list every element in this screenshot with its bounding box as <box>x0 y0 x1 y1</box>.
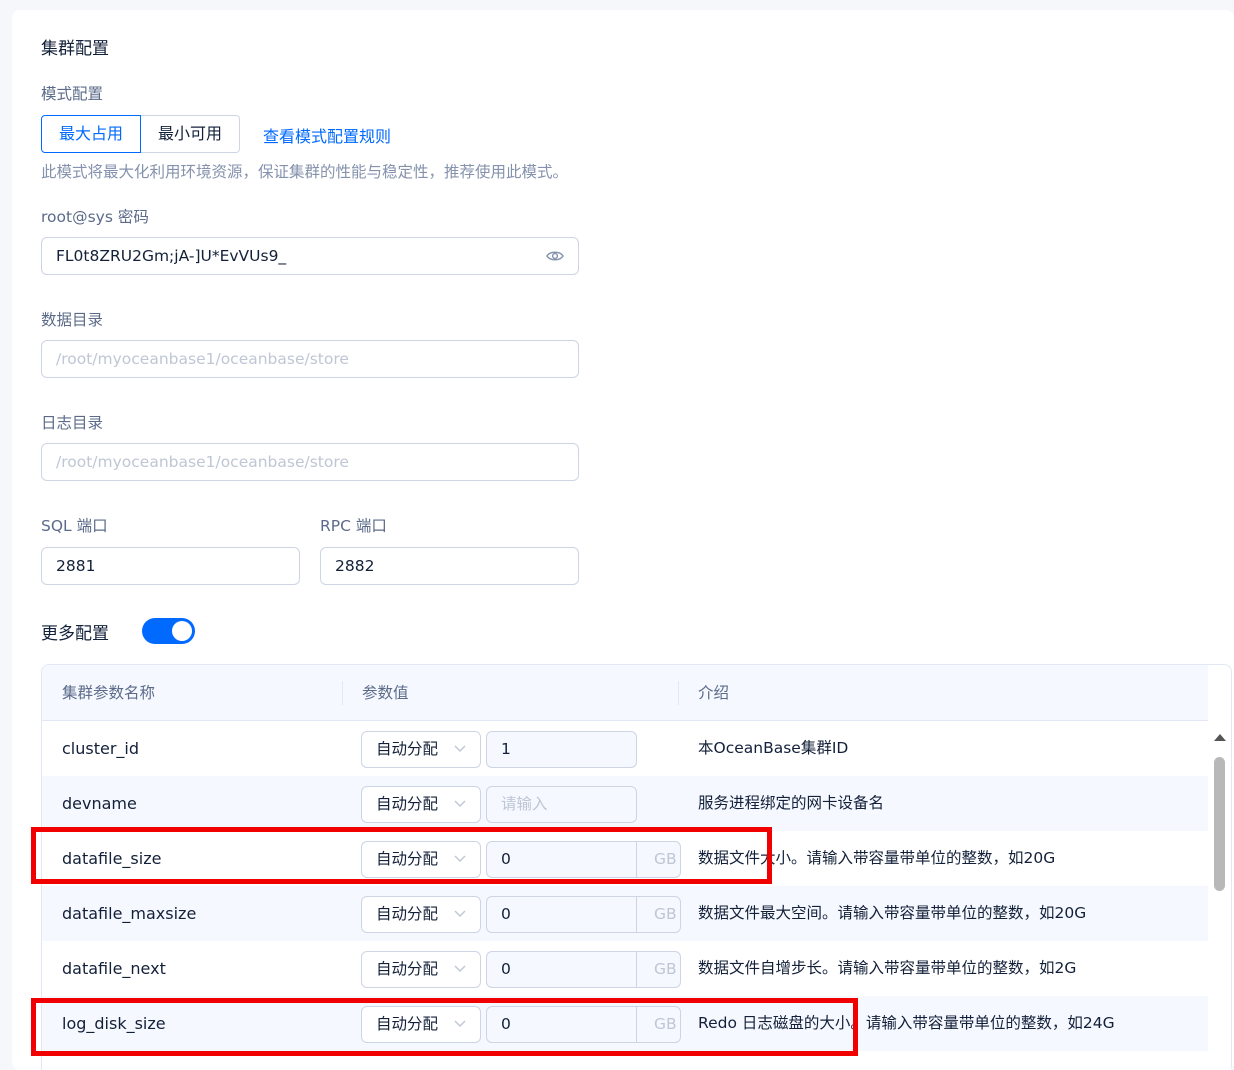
mode-label: 模式配置 <box>41 85 104 103</box>
rpc-port-input[interactable]: 2882 <box>320 547 579 585</box>
param-desc: 数据文件自增步长。请输入带容量带单位的整数，如2G <box>698 959 1077 977</box>
sql-port-label: SQL 端口 <box>41 517 108 535</box>
more-config-toggle[interactable] <box>142 618 195 644</box>
mode-select-value: 自动分配 <box>376 905 439 923</box>
column-header-name: 集群参数名称 <box>62 684 156 702</box>
chevron-down-icon <box>454 965 466 972</box>
rpc-port-label: RPC 端口 <box>320 517 387 535</box>
sql-port-input[interactable]: 2881 <box>41 547 300 585</box>
unit-label: GB <box>636 952 680 987</box>
table-row: datafile_maxsize 自动分配 0 GB 数据文件最大空间。请输入带容… <box>42 886 1208 941</box>
mode-select[interactable]: 自动分配 <box>361 896 481 933</box>
mode-select-value: 自动分配 <box>376 795 439 813</box>
table-row: cluster_id 自动分配 1 本OceanBase集群ID <box>42 721 1208 776</box>
password-input[interactable]: FL0t8ZRU2Gm;jA-]U*EvVUs9_ <box>41 237 579 275</box>
log-dir-input[interactable]: /root/myoceanbase1/oceanbase/store <box>41 443 579 481</box>
data-dir-input[interactable]: /root/myoceanbase1/oceanbase/store <box>41 340 579 378</box>
scroll-up-arrow-icon[interactable] <box>1214 734 1226 741</box>
highlight-box-datafile-size <box>31 827 772 884</box>
mode-select[interactable]: 自动分配 <box>361 951 481 988</box>
mode-select-value: 自动分配 <box>376 740 439 758</box>
mode-segmented-control: 最大占用 最小可用 <box>41 115 241 153</box>
highlight-box-log-disk-size <box>31 998 858 1056</box>
param-value-input[interactable]: 0 GB <box>486 896 681 933</box>
mode-select[interactable]: 自动分配 <box>361 786 481 823</box>
mode-rules-link[interactable]: 查看模式配置规则 <box>263 123 391 147</box>
chevron-down-icon <box>454 745 466 752</box>
param-value: 0 <box>501 960 511 978</box>
param-name: devname <box>62 794 137 813</box>
eye-icon[interactable] <box>546 250 564 262</box>
chevron-down-icon <box>454 800 466 807</box>
param-value-input[interactable]: 1 <box>486 731 637 768</box>
param-desc: 本OceanBase集群ID <box>698 739 849 757</box>
param-name: cluster_id <box>62 739 140 758</box>
mode-select[interactable]: 自动分配 <box>361 731 481 768</box>
param-value-input[interactable]: 0 GB <box>486 951 681 988</box>
data-dir-label: 数据目录 <box>41 311 104 329</box>
password-label: root@sys 密码 <box>41 208 149 226</box>
cluster-config-card: 集群配置 模式配置 最大占用 最小可用 查看模式配置规则 此模式将最大化利用环境… <box>12 10 1234 1070</box>
unit-label: GB <box>636 897 680 932</box>
log-dir-label: 日志目录 <box>41 414 104 432</box>
param-desc: 数据文件最大空间。请输入带容量带单位的整数，如20G <box>698 904 1087 922</box>
column-header-value: 参数值 <box>362 684 409 702</box>
password-value: FL0t8ZRU2Gm;jA-]U*EvVUs9_ <box>56 247 287 265</box>
param-value: 0 <box>501 905 511 923</box>
param-name: datafile_maxsize <box>62 904 197 923</box>
mode-select-value: 自动分配 <box>376 960 439 978</box>
param-value-input[interactable]: 请输入 <box>486 786 637 823</box>
table-scrollbar[interactable] <box>1208 721 1231 1070</box>
mode-min-button[interactable]: 最小可用 <box>141 115 241 153</box>
mode-description: 此模式将最大化利用环境资源，保证集群的性能与稳定性，推荐使用此模式。 <box>41 163 569 181</box>
toggle-knob <box>172 621 192 641</box>
chevron-down-icon <box>454 910 466 917</box>
mode-max-button[interactable]: 最大占用 <box>41 115 142 153</box>
table-header: 集群参数名称 参数值 介绍 <box>42 665 1208 721</box>
param-desc: 服务进程绑定的网卡设备名 <box>698 794 885 812</box>
table-row: datafile_next 自动分配 0 GB 数据文件自增步长。请输入带容量带单… <box>42 941 1208 996</box>
column-header-desc: 介绍 <box>698 684 730 702</box>
scrollbar-thumb[interactable] <box>1214 757 1225 891</box>
table-row: devname 自动分配 请输入 服务进程绑定的网卡设备名 <box>42 776 1208 831</box>
more-config-label: 更多配置 <box>41 624 109 644</box>
param-name: datafile_next <box>62 959 166 978</box>
section-title: 集群配置 <box>41 39 109 59</box>
